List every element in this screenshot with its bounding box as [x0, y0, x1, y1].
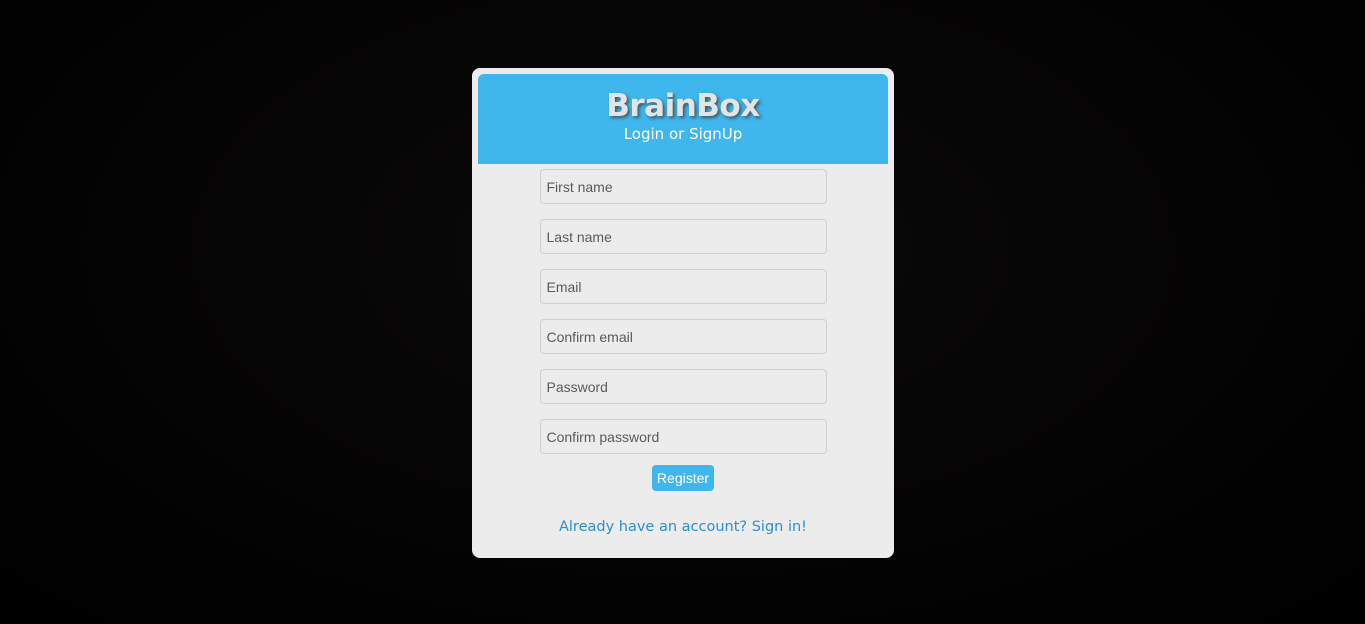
card-header: BrainBox Login or SignUp [478, 74, 888, 164]
register-button[interactable]: Register [651, 465, 715, 491]
last-name-field[interactable] [539, 219, 827, 254]
app-title: BrainBox [606, 88, 760, 124]
confirm-password-field[interactable] [539, 419, 827, 454]
signup-form: Register Already have an account? Sign i… [478, 169, 888, 535]
password-field[interactable] [539, 369, 827, 404]
confirm-email-field[interactable] [539, 319, 827, 354]
signup-card: BrainBox Login or SignUp Register Alread… [472, 68, 894, 558]
email-field[interactable] [539, 269, 827, 304]
app-subtitle: Login or SignUp [623, 125, 743, 143]
sign-in-link[interactable]: Already have an account? Sign in! [559, 519, 807, 535]
first-name-field[interactable] [539, 169, 827, 204]
